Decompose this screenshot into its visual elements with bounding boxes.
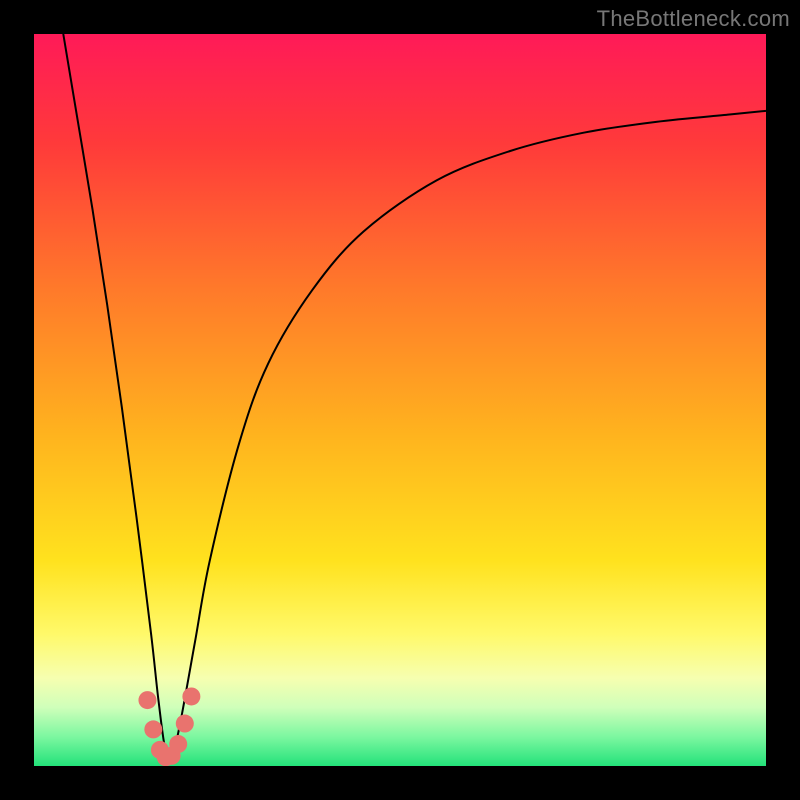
bottleneck-chart xyxy=(34,34,766,766)
marker-point xyxy=(138,691,156,709)
marker-point xyxy=(144,720,162,738)
watermark-text: TheBottleneck.com xyxy=(597,6,790,32)
marker-point xyxy=(169,735,187,753)
marker-point xyxy=(182,687,200,705)
gradient-background xyxy=(34,34,766,766)
marker-point xyxy=(176,715,194,733)
plot-area xyxy=(34,34,766,766)
chart-frame: TheBottleneck.com xyxy=(0,0,800,800)
